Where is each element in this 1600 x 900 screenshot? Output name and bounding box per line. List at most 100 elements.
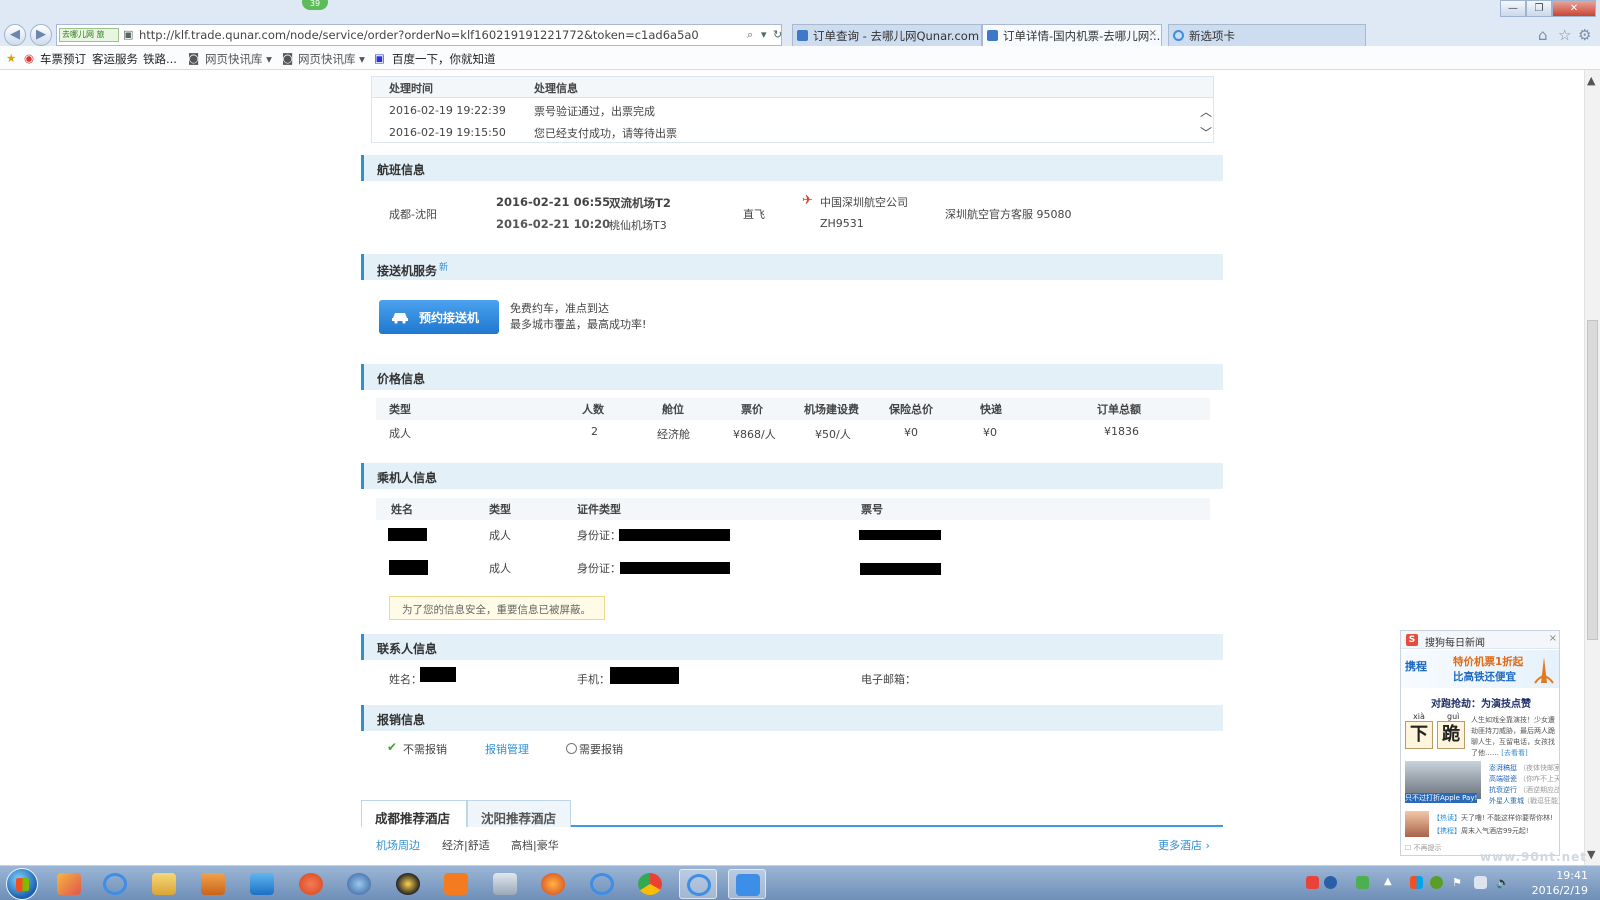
book-pickup-button[interactable]: 预约接送机 <box>379 300 499 334</box>
story-link[interactable]: [去看看] <box>1501 749 1527 757</box>
scroll-down-icon[interactable]: ▼ <box>1587 848 1595 861</box>
gear-icon[interactable]: ⚙ <box>1578 26 1591 44</box>
network-icon[interactable] <box>1474 876 1487 889</box>
taskbar-app[interactable] <box>50 869 88 899</box>
sogou-tray-icon[interactable] <box>1306 876 1319 889</box>
fav-webslice-2[interactable]: 网页快讯库 ▾ <box>298 51 365 67</box>
fav-link-railway[interactable]: 铁路... <box>143 51 177 67</box>
taskbar-wps[interactable] <box>728 869 766 899</box>
contact-email-label: 电子邮箱： <box>861 673 916 686</box>
close-window-button[interactable]: ✕ <box>1552 0 1596 17</box>
url-text[interactable]: http://klf.trade.qunar.com/node/service/… <box>139 28 699 42</box>
back-button[interactable]: ◀ <box>4 24 26 46</box>
qq-icon <box>396 873 420 895</box>
taskbar-calculator[interactable] <box>486 869 524 899</box>
news-item[interactable]: 【携程】周末入气酒店99元起! <box>1433 826 1529 836</box>
taskbar-explorer[interactable] <box>145 869 183 899</box>
price-table-header <box>376 398 1210 420</box>
scroll-down-icon[interactable]: ﹀ <box>1200 124 1212 141</box>
dropdown-icon[interactable]: ▾ <box>761 28 767 41</box>
process-log-header <box>371 76 1214 98</box>
tab-new[interactable]: 新选项卡 <box>1168 24 1366 46</box>
scroll-up-icon[interactable]: ︿ <box>1200 103 1212 120</box>
news-link[interactable]: 澎湃稿挺 <box>1489 763 1517 773</box>
no-reimburse-option[interactable]: 不需报销 <box>403 741 447 757</box>
tab-shenyang-hotels[interactable]: 沈阳推荐酒店 <box>467 800 571 827</box>
hotel-filter-airport[interactable]: 机场周边 <box>376 837 420 853</box>
pinyin: xià <box>1413 712 1425 721</box>
taskbar-ie[interactable] <box>96 869 134 899</box>
log-info: 您已经支付成功，请等待出票 <box>534 127 677 140</box>
taskbar-app[interactable] <box>340 869 378 899</box>
start-button[interactable] <box>6 868 38 900</box>
news-link[interactable]: 外星人重城 <box>1489 796 1524 806</box>
taskbar-xiami[interactable] <box>437 869 475 899</box>
taskbar-media[interactable] <box>194 869 232 899</box>
firefox-icon <box>541 873 565 895</box>
news-link[interactable]: 高端碰瓷 <box>1489 774 1517 784</box>
vertical-scrollbar[interactable]: ▲ ▼ <box>1584 70 1600 865</box>
price-col: 机场建设费 <box>804 403 859 416</box>
taskbar-chrome[interactable] <box>631 869 669 899</box>
minimize-button[interactable]: — <box>1500 0 1526 17</box>
tab-close-icon[interactable]: × <box>1149 28 1157 39</box>
home-icon[interactable]: ⌂ <box>1538 26 1548 44</box>
taskbar-cloud[interactable] <box>243 869 281 899</box>
favorites-star-icon[interactable]: ★ <box>6 51 16 65</box>
radio-icon[interactable] <box>566 743 577 754</box>
order-total: ¥1836 <box>1104 425 1139 438</box>
taskbar-ie-active[interactable] <box>679 869 717 899</box>
more-hotels-link[interactable]: 更多酒店 › <box>1158 837 1210 853</box>
close-icon[interactable]: × <box>1549 633 1557 644</box>
forward-button[interactable]: ▶ <box>30 24 52 46</box>
tab-order-query[interactable]: 订单查询 - 去哪儿网Qunar.com <box>792 24 982 46</box>
news-headline[interactable]: 对跑抢劫：为演技点赞 <box>1401 695 1559 710</box>
address-bar[interactable]: 去哪儿网 旅 ▣ http://klf.trade.qunar.com/node… <box>56 24 782 46</box>
fav-link-baidu[interactable]: 百度一下，你就知道 <box>392 51 496 67</box>
browser-toolbar: 39 ◀ ▶ 去哪儿网 旅 ▣ http://klf.trade.qunar.c… <box>0 0 1600 46</box>
help-icon[interactable] <box>1324 876 1337 889</box>
maximize-button[interactable]: ❐ <box>1526 0 1552 17</box>
process-log-col-info: 处理信息 <box>534 82 578 95</box>
scroll-thumb[interactable] <box>1587 320 1598 640</box>
news-link[interactable]: 抗衰逆行 <box>1489 785 1517 795</box>
ad-banner[interactable]: 携程 特价机票1折起 比高铁还便宜 <box>1401 650 1559 688</box>
windows-icon[interactable] <box>1410 876 1423 889</box>
taskbar-app[interactable] <box>292 869 330 899</box>
app-icon <box>299 873 323 895</box>
fav-webslice-1[interactable]: 网页快讯库 ▾ <box>205 51 272 67</box>
scroll-up-icon[interactable]: ▲ <box>1587 74 1595 87</box>
taskbar: ▲ ⚑ 🔈 19:41 2016/2/19 <box>0 865 1600 900</box>
taskbar-firefox[interactable] <box>534 869 572 899</box>
tab-order-detail[interactable]: 订单详情-国内机票-去哪儿网... × <box>982 24 1162 46</box>
taskbar-qq[interactable] <box>389 869 427 899</box>
clock[interactable]: 19:41 2016/2/19 <box>1516 868 1588 898</box>
hotel-filter-luxury[interactable]: 高档|豪华 <box>511 837 559 853</box>
redacted-phone <box>610 667 679 684</box>
battery-icon[interactable] <box>1356 876 1369 889</box>
reimburse-manage-link[interactable]: 报销管理 <box>485 741 529 757</box>
chevron-up-icon[interactable]: ▲ <box>1384 876 1397 889</box>
need-reimburse-option[interactable]: 需要报销 <box>566 741 623 757</box>
price-col: 类型 <box>389 403 411 416</box>
taskbar-ie[interactable] <box>583 869 621 899</box>
news-note: （你咋不上天） <box>1519 775 1559 783</box>
fav-link-ticket[interactable]: 车票预订 <box>40 51 86 67</box>
extension-badge[interactable]: 39 <box>302 0 328 10</box>
security-icon[interactable] <box>1430 876 1443 889</box>
flight-number: ZH9531 <box>820 217 864 230</box>
flag-icon[interactable]: ⚑ <box>1452 876 1465 889</box>
fav-link-transport[interactable]: 客运服务 <box>92 51 138 67</box>
image-caption[interactable]: 只不过打折Apple Pay! <box>1405 793 1478 803</box>
dont-show-again[interactable]: ☐ 不再提示 <box>1405 843 1442 853</box>
tab-chengdu-hotels[interactable]: 成都推荐酒店 <box>361 800 467 827</box>
new-tag: 新 <box>439 263 449 273</box>
news-item[interactable]: 【热读】天了噜! 不能这样你要帮你林! <box>1433 813 1553 823</box>
volume-icon[interactable]: 🔈 <box>1496 876 1510 889</box>
log-time: 2016-02-19 19:22:39 <box>389 104 506 117</box>
refresh-icon[interactable]: ↻ <box>773 28 782 41</box>
section-passengers: 乘机人信息 <box>361 463 1223 489</box>
search-icon[interactable]: ⌕ <box>747 28 753 42</box>
hotel-filter-economy[interactable]: 经济|舒适 <box>442 837 490 853</box>
favorites-star-icon[interactable]: ☆ <box>1558 26 1571 44</box>
